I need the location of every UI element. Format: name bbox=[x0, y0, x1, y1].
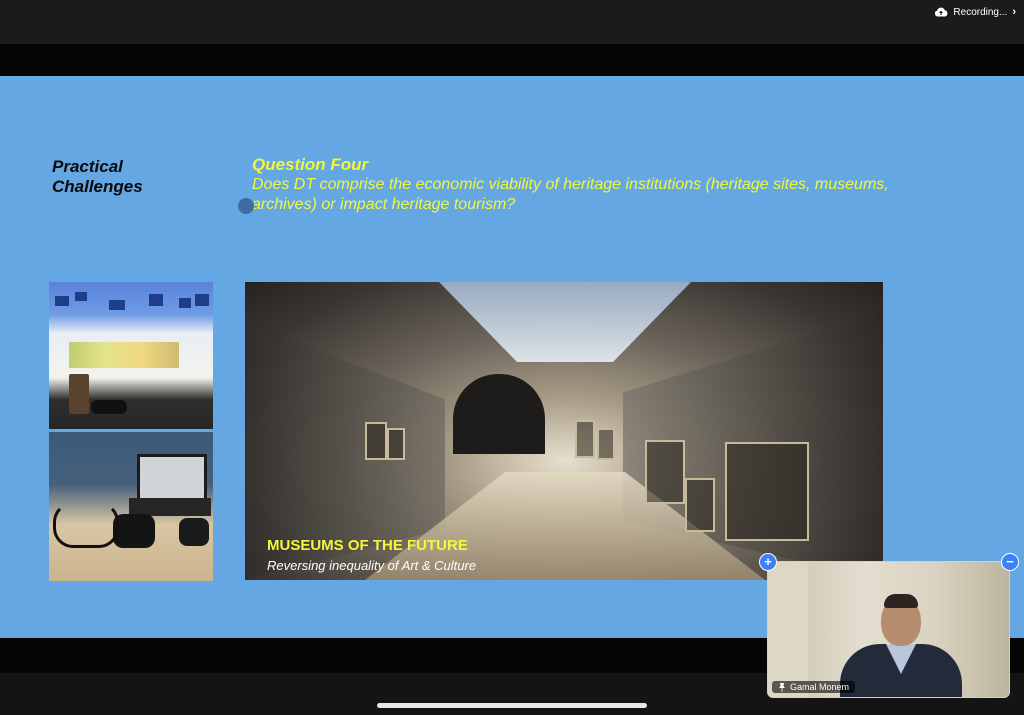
pin-icon bbox=[779, 682, 785, 692]
participant-video-tile[interactable]: Gamal Monem bbox=[767, 561, 1010, 698]
participant-name-badge: Gamal Monem bbox=[772, 681, 856, 693]
question-body: Does DT comprise the economic viability … bbox=[252, 176, 889, 213]
vr-lab-photo bbox=[49, 282, 213, 429]
image-caption-title: MUSEUMS OF THE FUTURE bbox=[267, 537, 468, 554]
vr-headset-photo bbox=[49, 432, 213, 581]
letterbox-top bbox=[0, 44, 1024, 76]
left-heading-line2: Challenges bbox=[52, 177, 143, 196]
recording-indicator[interactable]: Recording... › bbox=[934, 6, 1016, 18]
participant-name: Gamal Monem bbox=[790, 682, 850, 692]
recording-label: Recording... bbox=[953, 6, 1008, 18]
question-title: Question Four bbox=[252, 155, 369, 174]
left-heading-line1: Practical bbox=[52, 157, 123, 176]
image-caption-subtitle: Reversing inequality of Art & Culture bbox=[267, 558, 477, 573]
home-indicator[interactable] bbox=[377, 703, 647, 708]
museum-gallery-image: MUSEUMS OF THE FUTURE Reversing inequali… bbox=[245, 282, 883, 580]
chevron-right-icon: › bbox=[1012, 6, 1016, 18]
collapse-video-button[interactable]: − bbox=[1001, 553, 1019, 571]
pointer-dot bbox=[238, 198, 254, 214]
expand-video-button[interactable]: + bbox=[759, 553, 777, 571]
cloud-upload-icon bbox=[935, 7, 948, 17]
top-status-bar: Recording... › bbox=[0, 0, 1024, 44]
slide-left-heading: Practical Challenges bbox=[52, 157, 143, 197]
presentation-slide: Practical Challenges Question Four Does … bbox=[0, 76, 1024, 638]
